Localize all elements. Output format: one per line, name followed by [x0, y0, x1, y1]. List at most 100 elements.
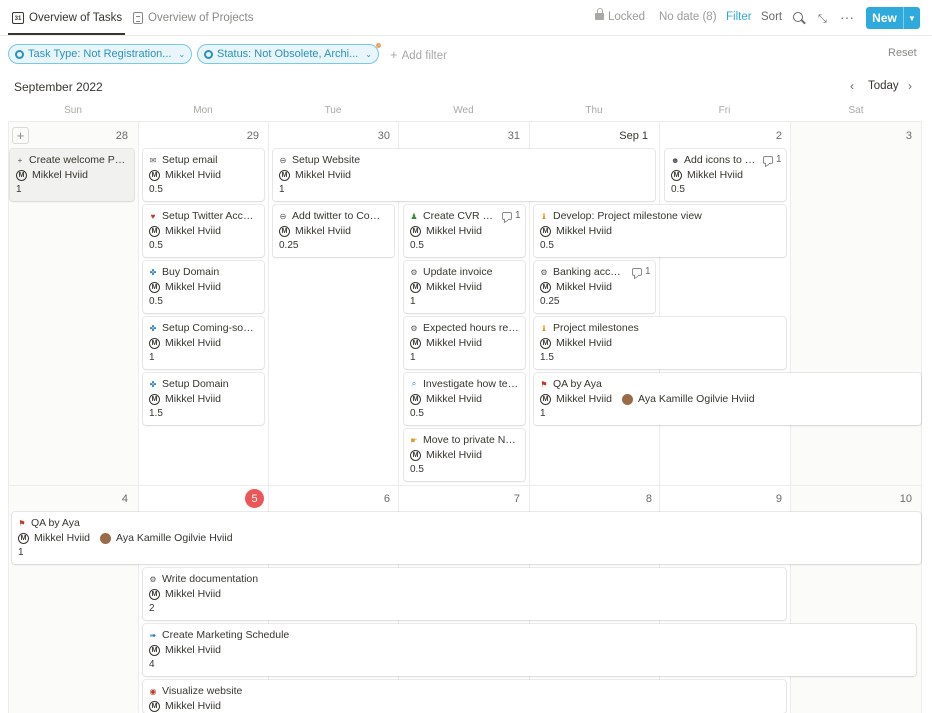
today-button[interactable]: Today — [868, 80, 899, 92]
locked-indicator[interactable]: Locked — [595, 8, 646, 23]
task-card[interactable]: ☻ Add icons to te... 1 M Mikkel Hviid 0.5 — [665, 149, 786, 201]
task-card[interactable]: ⚙ Write documentation M Mikkel Hviid 2 — [143, 568, 786, 620]
assignee-name: Mikkel Hviid — [165, 281, 222, 293]
weekday-tue: Tue — [324, 105, 342, 116]
day-number: 10 — [899, 493, 912, 505]
day-number: 2 — [775, 130, 782, 142]
new-button[interactable]: New ▼ — [866, 7, 920, 29]
task-estimate: 0.5 — [410, 240, 424, 251]
grid-line — [921, 121, 922, 713]
task-card[interactable]: ✤ Setup Coming-soon ... M Mikkel Hviid 1 — [143, 317, 264, 369]
task-estimate: 2 — [149, 603, 155, 614]
chevron-right-icon[interactable]: › — [908, 79, 912, 93]
assignee-name: Mikkel Hviid — [426, 281, 483, 293]
chevron-left-icon[interactable]: ‹ — [850, 79, 854, 93]
avatar: M — [279, 225, 290, 237]
task-title: Develop: Project milestone view — [553, 210, 702, 222]
weekday-sat: Sat — [848, 105, 864, 116]
active-tab-indicator — [8, 33, 125, 35]
avatar: M — [149, 225, 160, 237]
task-card[interactable]: ⚑ QA by Aya M Mikkel Hviid Aya Kamille Ogil… — [534, 373, 921, 425]
avatar: M — [410, 337, 421, 349]
task-icon: ☻ — [671, 155, 680, 165]
task-title: Setup Coming-soon ... — [162, 322, 258, 334]
task-estimate: 1 — [149, 352, 155, 363]
task-card[interactable]: ✉ Setup email M Mikkel Hviid 0.5 — [143, 149, 264, 201]
task-card[interactable]: ✤ Setup Domain M Mikkel Hviid 1.5 — [143, 373, 264, 425]
today-day-number: 5 — [245, 489, 264, 508]
task-card[interactable]: ⚑ QA by Aya M Mikkel Hviid Aya Kamille Ogil… — [12, 512, 921, 564]
comment-count: 1 — [502, 210, 521, 221]
filter-pill-label: Status: Not Obsolete, Archi... — [217, 48, 359, 60]
tab-overview-of-tasks[interactable]: 31 Overview of Tasks — [12, 8, 122, 28]
assignee-name: Aya Kamille Ogilvie Hviid — [638, 393, 755, 405]
assignee-name: Mikkel Hviid — [165, 225, 222, 237]
filter-pill-status[interactable]: Status: Not Obsolete, Archi... ⌄ — [197, 44, 379, 64]
sort-button[interactable]: Sort — [761, 11, 782, 23]
comment-count: 1 — [632, 266, 651, 277]
task-title: Update invoice — [423, 266, 493, 278]
task-title: Move to private Noti... — [423, 434, 519, 446]
task-card[interactable]: ⌕ Investigate how tem... M Mikkel Hviid 0.… — [404, 373, 525, 425]
expand-icon[interactable]: ⤡ — [818, 13, 827, 26]
tab-overview-of-projects[interactable]: Overview of Projects — [133, 8, 253, 28]
task-card[interactable]: ✤ Buy Domain M Mikkel Hviid 0.5 — [143, 261, 264, 313]
filter-button[interactable]: Filter — [726, 11, 752, 23]
task-card[interactable]: ⊖ Add twitter to Comi... M Mikkel Hviid 0.… — [273, 205, 394, 257]
avatar: M — [149, 644, 160, 656]
grid-line — [138, 121, 139, 713]
task-title: Visualize website — [162, 685, 243, 697]
task-card[interactable]: ➠ Create Marketing Schedule M Mikkel Hviid… — [143, 624, 916, 676]
task-card[interactable]: ⚙ Update invoice M Mikkel Hviid 1 — [404, 261, 525, 313]
task-card[interactable]: ♟ Create CVR Co... 1 M Mikkel Hviid 0.5 — [404, 205, 525, 257]
day-number: 4 — [121, 493, 128, 505]
add-event-button[interactable]: + — [12, 127, 29, 144]
day-number: 30 — [377, 130, 390, 142]
assignee-name: Aya Kamille Ogilvie Hviid — [116, 532, 233, 544]
task-title: Add twitter to Comi... — [292, 210, 388, 222]
avatar: M — [410, 449, 421, 461]
more-options-icon[interactable]: ··· — [840, 9, 854, 25]
search-icon[interactable] — [793, 12, 803, 22]
task-icon: ⚑ — [18, 518, 26, 528]
task-icon: ♟ — [410, 211, 418, 221]
task-card[interactable]: ♥ Setup Twitter Account M Mikkel Hviid 0.5 — [143, 205, 264, 257]
task-card[interactable]: ☛ Move to private Noti... M Mikkel Hviid 0… — [404, 429, 525, 481]
day-number: 9 — [775, 493, 782, 505]
task-card[interactable]: ⚙ Expected hours rew... M Mikkel Hviid 1 — [404, 317, 525, 369]
task-estimate: 1 — [540, 408, 546, 419]
assignee-name: Mikkel Hviid — [426, 337, 483, 349]
task-card[interactable]: ◉ Visualize website M Mikkel Hviid — [143, 680, 786, 713]
locked-label: Locked — [608, 11, 646, 23]
avatar: M — [410, 393, 421, 405]
task-title: Setup Website — [292, 154, 361, 166]
day-number: 6 — [383, 493, 390, 505]
reset-button[interactable]: Reset — [888, 47, 917, 59]
task-card[interactable]: + Create welcome Proj... M Mikkel Hviid 1 — [10, 149, 134, 201]
task-card[interactable]: ⊖ Setup Website M Mikkel Hviid 1 — [273, 149, 655, 201]
task-card[interactable]: ♝ Develop: Project milestone view M Mikkel… — [534, 205, 786, 257]
task-icon: ✤ — [149, 323, 157, 333]
comment-icon — [763, 155, 773, 164]
add-filter-button[interactable]: + Add filter — [390, 47, 447, 62]
chevron-down-icon[interactable]: ▼ — [904, 14, 920, 23]
avatar: M — [540, 225, 551, 237]
filter-pill-task-type[interactable]: Task Type: Not Registration... ⌄ — [8, 44, 193, 64]
task-estimate: 1 — [279, 184, 285, 195]
assignee-name: Mikkel Hviid — [295, 169, 352, 181]
assignee-name: Mikkel Hviid — [426, 225, 483, 237]
task-estimate: 0.5 — [149, 240, 163, 251]
task-card[interactable]: ⚙ Banking account 1 M Mikkel Hviid 0.25 — [534, 261, 655, 313]
task-estimate: 1 — [16, 184, 22, 195]
month-title: September 2022 — [14, 80, 103, 94]
chevron-down-icon: ⌄ — [365, 49, 372, 59]
assignee-name: Mikkel Hviid — [295, 225, 352, 237]
task-estimate: 0.25 — [279, 240, 299, 251]
task-title: Create welcome Proj... — [29, 154, 128, 166]
grid-line — [8, 121, 9, 713]
task-card[interactable]: ♝ Project milestones M Mikkel Hviid 1.5 — [534, 317, 786, 369]
avatar: M — [149, 281, 160, 293]
no-date-button[interactable]: No date (8) — [659, 11, 717, 23]
task-icon: ⊖ — [279, 211, 287, 221]
assignee-name: Mikkel Hviid — [165, 644, 222, 656]
